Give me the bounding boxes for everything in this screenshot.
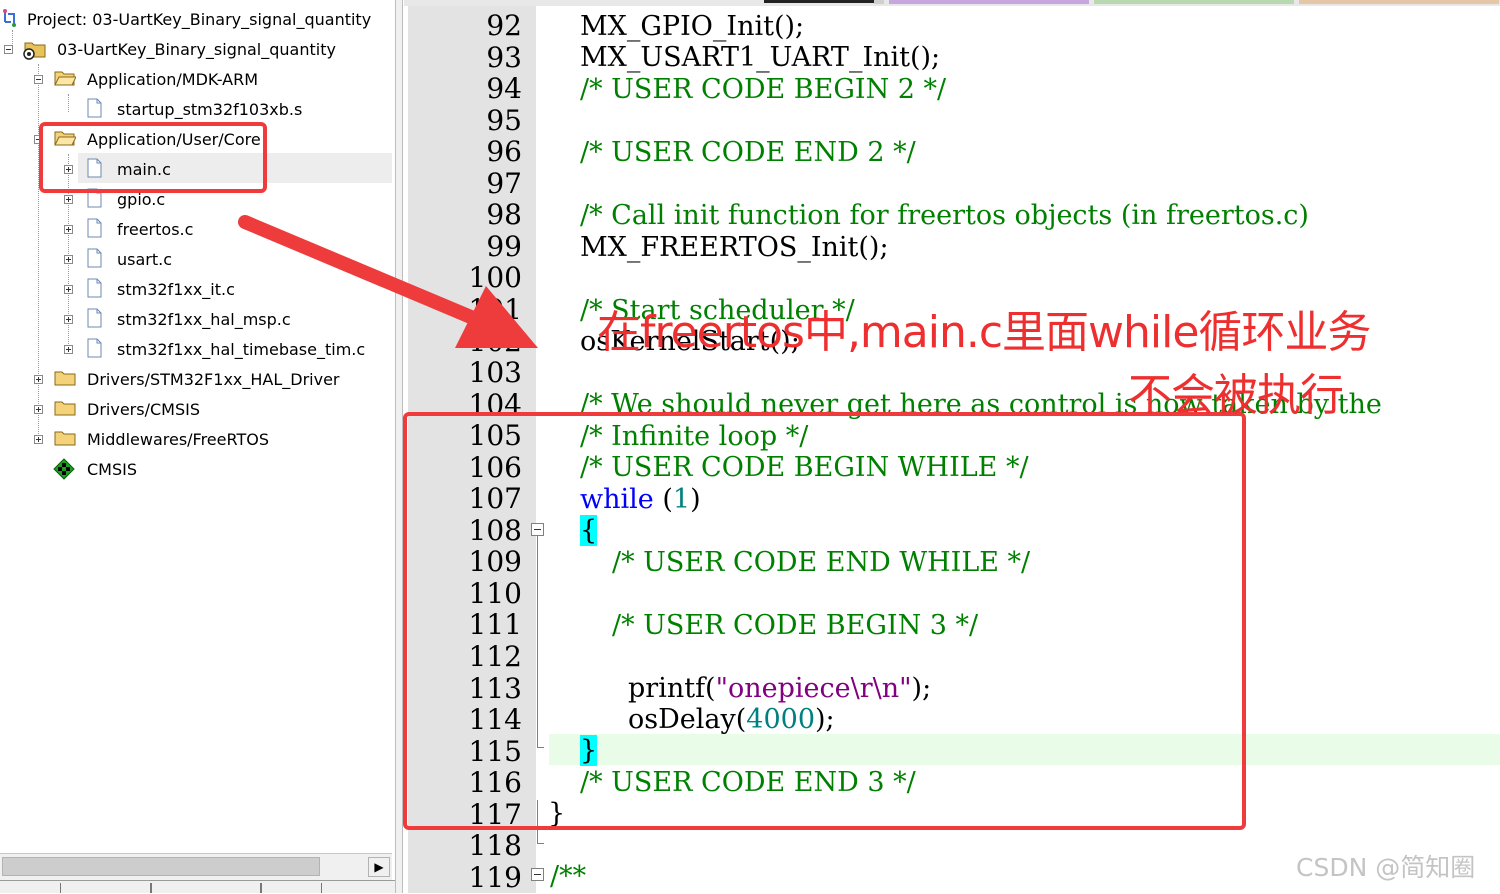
annotation-text-line1: 在freertos中,main.c里面while循环业务 [597, 307, 1371, 358]
annotation-arrow-icon [238, 215, 538, 348]
watermark: CSDN @简知圈 [1296, 853, 1476, 882]
annotation-text-line2: 不会被执行 [1128, 370, 1344, 421]
